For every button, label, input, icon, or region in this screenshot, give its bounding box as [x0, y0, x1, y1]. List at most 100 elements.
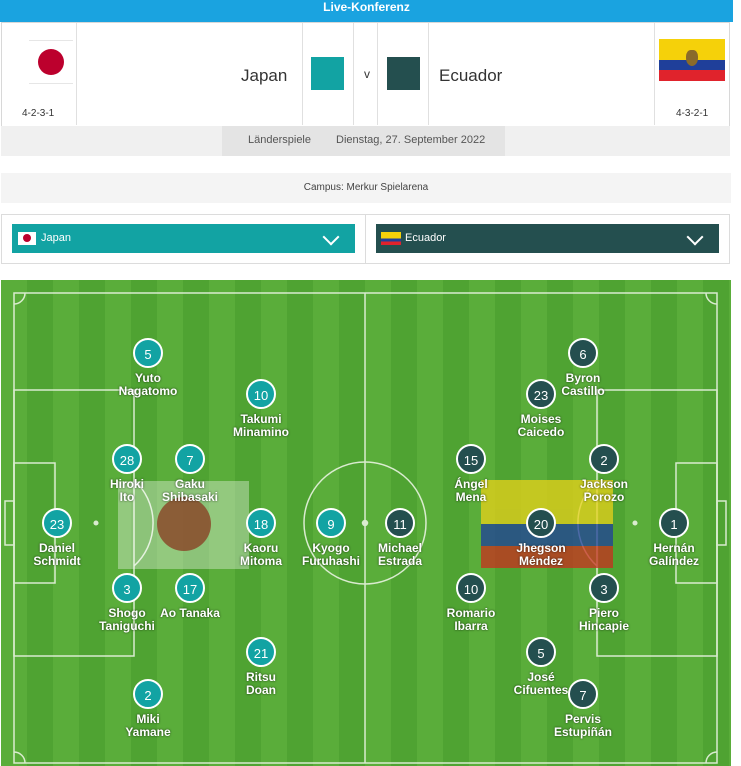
player-last-name: Galíndez: [648, 554, 699, 568]
player-first-name: Kaoru: [243, 541, 279, 555]
player-first-name: Moises: [520, 412, 562, 426]
player-last-name: Shibasaki: [161, 490, 219, 504]
player-first-name: Romario: [446, 606, 496, 620]
player-last-name: Yamane: [125, 725, 171, 739]
away-color-swatch: [387, 57, 420, 90]
versus-label: v: [364, 67, 370, 81]
player-home-9[interactable]: 21 Ritsu Doan: [206, 637, 316, 697]
player-first-name: Pervis: [564, 712, 602, 726]
match-date: Dienstag, 27. September 2022: [336, 134, 486, 146]
player-number: 7: [568, 679, 598, 709]
home-team-dropdown[interactable]: Japan: [12, 224, 355, 253]
player-away-2[interactable]: 15 Ángel Mena: [416, 444, 526, 504]
player-first-name: Piero: [588, 606, 619, 620]
match-info: Länderspiele Dienstag, 27. September 202…: [222, 126, 505, 156]
player-first-name: Miki: [136, 712, 160, 726]
player-away-3[interactable]: 2 Jackson Porozo: [549, 444, 659, 504]
venue-bar: Campus: Merkur Spielarena: [1, 173, 731, 203]
chevron-down-icon: [322, 228, 340, 246]
ecuador-flag-icon: [381, 232, 401, 245]
player-away-1[interactable]: 23 Moises Caicedo: [486, 379, 596, 439]
home-color-swatch: [311, 57, 344, 90]
player-number: 23: [42, 508, 72, 538]
player-number: 11: [385, 508, 415, 538]
player-away-8[interactable]: 3 Piero Hincapie: [549, 573, 659, 633]
player-last-name: Estupiñán: [553, 725, 612, 739]
player-number: 6: [568, 338, 598, 368]
player-home-10[interactable]: 2 Miki Yamane: [93, 679, 203, 739]
player-first-name: Yuto: [135, 371, 161, 385]
player-number: 10: [246, 379, 276, 409]
player-away-7[interactable]: 10 Romario Ibarra: [416, 573, 526, 633]
player-number: 1: [659, 508, 689, 538]
player-last-name: Taniguchi: [99, 619, 155, 633]
player-first-name: Jackson: [579, 477, 629, 491]
venue-label: Campus: Merkur Spielarena: [303, 182, 429, 193]
player-last-name: Ibarra: [454, 619, 488, 633]
divider: [353, 23, 354, 125]
player-number: 2: [589, 444, 619, 474]
player-number: 20: [526, 508, 556, 538]
japan-flag-icon: [18, 232, 36, 245]
player-last-name: Schmidt: [33, 554, 81, 568]
competition-label[interactable]: Länderspiele: [248, 134, 311, 146]
player-home-0[interactable]: 5 Yuto Nagatomo: [93, 338, 203, 398]
player-home-8[interactable]: 17 Ao Tanaka: [135, 573, 245, 620]
ecuador-flag-icon: [659, 39, 725, 81]
lineup-pitch: 5 Yuto Nagatomo 10 Takumi Minamino 28 Hiro…: [1, 280, 731, 766]
divider: [428, 23, 429, 125]
player-number: 2: [133, 679, 163, 709]
player-away-5[interactable]: 20 Jhegson Méndez: [486, 508, 596, 568]
header-title: Live-Konferenz: [323, 0, 410, 14]
player-number: 15: [456, 444, 486, 474]
chevron-down-icon: [686, 228, 704, 246]
player-first-name: Hernán: [653, 541, 695, 555]
player-first-name: Ritsu: [246, 670, 276, 684]
player-number: 5: [526, 637, 556, 667]
player-away-4[interactable]: 11 Michael Estrada: [345, 508, 455, 568]
player-last-name: Caicedo: [517, 425, 565, 439]
player-last-name: Ito: [119, 490, 135, 504]
divider: [654, 23, 655, 125]
player-last-name: Mena: [455, 490, 487, 504]
live-conference-header: Live-Konferenz: [0, 0, 733, 22]
divider: [377, 23, 378, 125]
player-number: 23: [526, 379, 556, 409]
player-last-name: Doan: [246, 683, 276, 697]
player-number: 5: [133, 338, 163, 368]
divider: [76, 23, 77, 125]
player-last-name: Porozo: [583, 490, 625, 504]
home-formation: 4-2-3-1: [22, 108, 55, 119]
player-first-name: Ao Tanaka: [160, 606, 220, 620]
player-first-name: Michael: [377, 541, 422, 555]
player-last-name: Estrada: [377, 554, 423, 568]
player-away-10[interactable]: 7 Pervis Estupiñán: [528, 679, 638, 739]
player-last-name: Minamino: [233, 425, 289, 439]
player-first-name: Ángel: [454, 477, 488, 491]
player-number: 21: [246, 637, 276, 667]
away-team-dropdown[interactable]: Ecuador: [376, 224, 719, 253]
player-number: 18: [246, 508, 276, 538]
player-home-1[interactable]: 10 Takumi Minamino: [206, 379, 316, 439]
away-team-name[interactable]: Ecuador: [439, 66, 502, 86]
away-dropdown-label: Ecuador: [405, 232, 446, 244]
japan-flag-icon: [29, 40, 73, 84]
player-number: 17: [175, 573, 205, 603]
player-last-name: Hincapie: [578, 619, 629, 633]
home-team-name[interactable]: Japan: [241, 66, 287, 86]
player-number: 10: [456, 573, 486, 603]
player-home-3[interactable]: 7 Gaku Shibasaki: [135, 444, 245, 504]
player-first-name: Daniel: [38, 541, 75, 555]
player-number: 9: [316, 508, 346, 538]
away-formation: 4-3-2-1: [676, 108, 709, 119]
selector-divider: [365, 215, 366, 263]
player-first-name: Gaku: [174, 477, 205, 491]
player-home-4[interactable]: 23 Daniel Schmidt: [2, 508, 112, 568]
player-number: 3: [589, 573, 619, 603]
player-first-name: Takumi: [240, 412, 282, 426]
player-away-6[interactable]: 1 Hernán Galíndez: [619, 508, 729, 568]
divider: [302, 23, 303, 125]
home-dropdown-label: Japan: [41, 232, 71, 244]
player-number: 7: [175, 444, 205, 474]
player-last-name: Méndez: [518, 554, 563, 568]
